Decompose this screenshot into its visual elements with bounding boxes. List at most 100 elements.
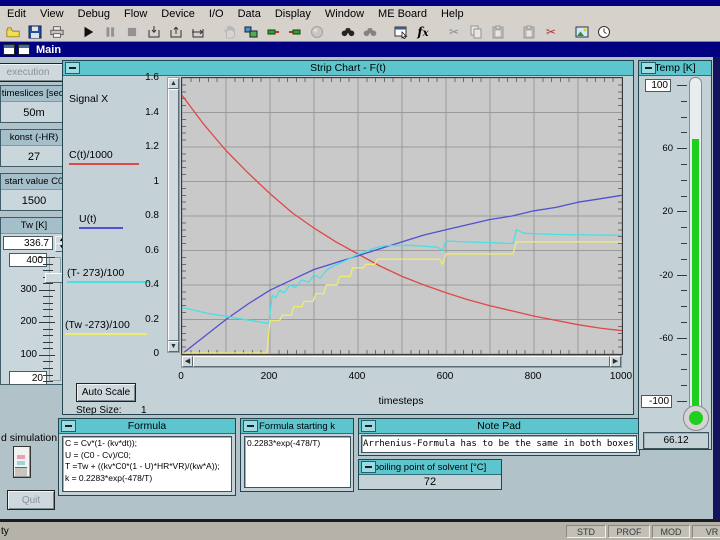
formula-line: C = Cv*(1- (kv*dt)); bbox=[65, 438, 229, 450]
auto-scale-button[interactable]: Auto Scale bbox=[76, 383, 136, 402]
scroll-left-button[interactable]: ◀ bbox=[182, 356, 193, 367]
clock-icon bbox=[597, 25, 611, 39]
toolbar: fx ✂ ✂ bbox=[0, 22, 720, 42]
boiling-point-widget: boiling point of solvent [°C] 72 bbox=[358, 459, 502, 490]
minimize-button[interactable] bbox=[65, 62, 80, 74]
gauge-tick bbox=[681, 259, 687, 260]
menu-item-edit[interactable]: Edit bbox=[0, 8, 33, 20]
find-button[interactable] bbox=[338, 23, 358, 40]
open-button[interactable] bbox=[3, 23, 23, 40]
konst-value[interactable]: 27 bbox=[1, 146, 67, 167]
slider-tick bbox=[43, 368, 53, 369]
minimize-button[interactable] bbox=[361, 420, 376, 432]
y-tick-label: 0 bbox=[125, 348, 159, 359]
konst-widget: konst (-HR) 27 bbox=[0, 129, 68, 167]
menu-item-help[interactable]: Help bbox=[434, 8, 471, 20]
gauge-tick bbox=[681, 180, 687, 181]
timer-button[interactable] bbox=[594, 23, 614, 40]
delete-terminal-button[interactable] bbox=[285, 23, 305, 40]
hscroll-thumb[interactable] bbox=[193, 356, 610, 367]
toggle-mark bbox=[17, 461, 25, 465]
print-button[interactable] bbox=[47, 23, 67, 40]
scroll-up-button[interactable]: ▲ bbox=[168, 78, 179, 89]
scroll-right-button[interactable]: ▶ bbox=[610, 356, 621, 367]
sphere-button bbox=[307, 23, 327, 40]
menu-item-flow[interactable]: Flow bbox=[117, 8, 154, 20]
step-in-button[interactable] bbox=[166, 23, 186, 40]
copy-button bbox=[466, 23, 486, 40]
main-window-title-bar: Main bbox=[0, 42, 720, 57]
properties-button[interactable] bbox=[391, 23, 411, 40]
tw-min-input[interactable]: 20 bbox=[9, 371, 47, 385]
scissors-icon: ✂ bbox=[449, 25, 459, 39]
slider-tick bbox=[39, 257, 55, 258]
formula-text-area[interactable]: C = Cv*(1- (kv*dt));U = (C0 - Cv)/C0;T =… bbox=[62, 436, 232, 492]
boxin-icon bbox=[147, 25, 161, 39]
floppy-icon bbox=[28, 25, 42, 39]
menu-item-debug[interactable]: Debug bbox=[71, 8, 117, 20]
minimize-button[interactable] bbox=[243, 420, 258, 432]
start-value-value[interactable]: 1500 bbox=[1, 190, 67, 211]
menu-item-view[interactable]: View bbox=[33, 8, 71, 20]
step-out-button[interactable] bbox=[188, 23, 208, 40]
menu-item-window[interactable]: Window bbox=[318, 8, 371, 20]
toggle-knob[interactable] bbox=[15, 467, 27, 476]
gauge-tick bbox=[677, 275, 687, 276]
menu-item-device[interactable]: Device bbox=[154, 8, 202, 20]
run-button[interactable] bbox=[78, 23, 98, 40]
slider-tick bbox=[43, 303, 53, 304]
timeslices-value[interactable]: 50m bbox=[1, 102, 67, 123]
gauge-max-input[interactable]: 100 bbox=[645, 79, 671, 92]
toggle-mark bbox=[17, 455, 25, 459]
chart-svg bbox=[182, 78, 622, 354]
gauge-tick bbox=[681, 101, 687, 102]
slider-tick bbox=[39, 290, 55, 291]
paste-icon bbox=[491, 25, 505, 39]
menu-item-meboard[interactable]: ME Board bbox=[371, 8, 434, 20]
tw-value-input[interactable]: 336.7 bbox=[3, 236, 53, 250]
step-over-button[interactable] bbox=[144, 23, 164, 40]
picture-button[interactable] bbox=[572, 23, 592, 40]
save-button[interactable] bbox=[25, 23, 45, 40]
toolbar-separator bbox=[562, 23, 571, 40]
notepad-text: Arrhenius-Formula has to be the same in … bbox=[363, 439, 635, 449]
gauge-min-input[interactable]: -100 bbox=[641, 395, 672, 408]
paste-icon bbox=[522, 25, 536, 39]
formula-k-text-area[interactable]: 0.2283*exp(-478/T) bbox=[244, 436, 351, 488]
minimize-button[interactable] bbox=[61, 420, 76, 432]
objects-button[interactable] bbox=[241, 23, 261, 40]
menu-item-display[interactable]: Display bbox=[268, 8, 318, 20]
toolbar-separator bbox=[209, 23, 218, 40]
gauge-tick bbox=[681, 322, 687, 323]
menu-item-io[interactable]: I/O bbox=[202, 8, 231, 20]
window-icon[interactable] bbox=[3, 44, 15, 55]
slider-tick bbox=[43, 264, 53, 265]
vscroll-thumb[interactable] bbox=[168, 89, 179, 341]
secure-button[interactable]: ✂ bbox=[541, 23, 561, 40]
scroll-down-button[interactable]: ▼ bbox=[168, 341, 179, 352]
screen: VEE - polytrop EditViewDebugFlowDeviceI/… bbox=[0, 0, 720, 540]
toolbar-separator bbox=[381, 23, 390, 40]
boiling-value[interactable]: 72 bbox=[359, 475, 501, 489]
gauge-tick bbox=[681, 164, 687, 165]
function-button[interactable]: fx bbox=[413, 23, 433, 40]
copy-icon bbox=[469, 25, 483, 39]
window-icon[interactable] bbox=[18, 44, 30, 55]
notepad-text-area[interactable]: Arrhenius-Formula has to be the same in … bbox=[361, 435, 637, 453]
chart-hscrollbar[interactable]: ◀ ▶ bbox=[181, 355, 622, 368]
x-tick-label: 0 bbox=[161, 371, 201, 382]
formula-k-text: 0.2283*exp(-478/T) bbox=[247, 438, 348, 450]
menu-item-data[interactable]: Data bbox=[231, 8, 268, 20]
boxout-icon bbox=[169, 25, 183, 39]
propwin-icon bbox=[394, 25, 408, 39]
minimize-button[interactable] bbox=[361, 461, 376, 473]
step-size-value[interactable]: 1 bbox=[141, 405, 147, 416]
simulation-toggle[interactable] bbox=[13, 446, 31, 478]
tw-max-input[interactable]: 400 bbox=[9, 253, 47, 267]
screen-edge bbox=[713, 57, 720, 519]
add-terminal-button[interactable] bbox=[263, 23, 283, 40]
x-tick-label: 800 bbox=[513, 371, 553, 382]
formula-k-title-bar: Formula starting k bbox=[241, 419, 353, 434]
chart-vscrollbar[interactable]: ▲ ▼ bbox=[167, 77, 180, 353]
minimize-button[interactable] bbox=[641, 62, 656, 74]
